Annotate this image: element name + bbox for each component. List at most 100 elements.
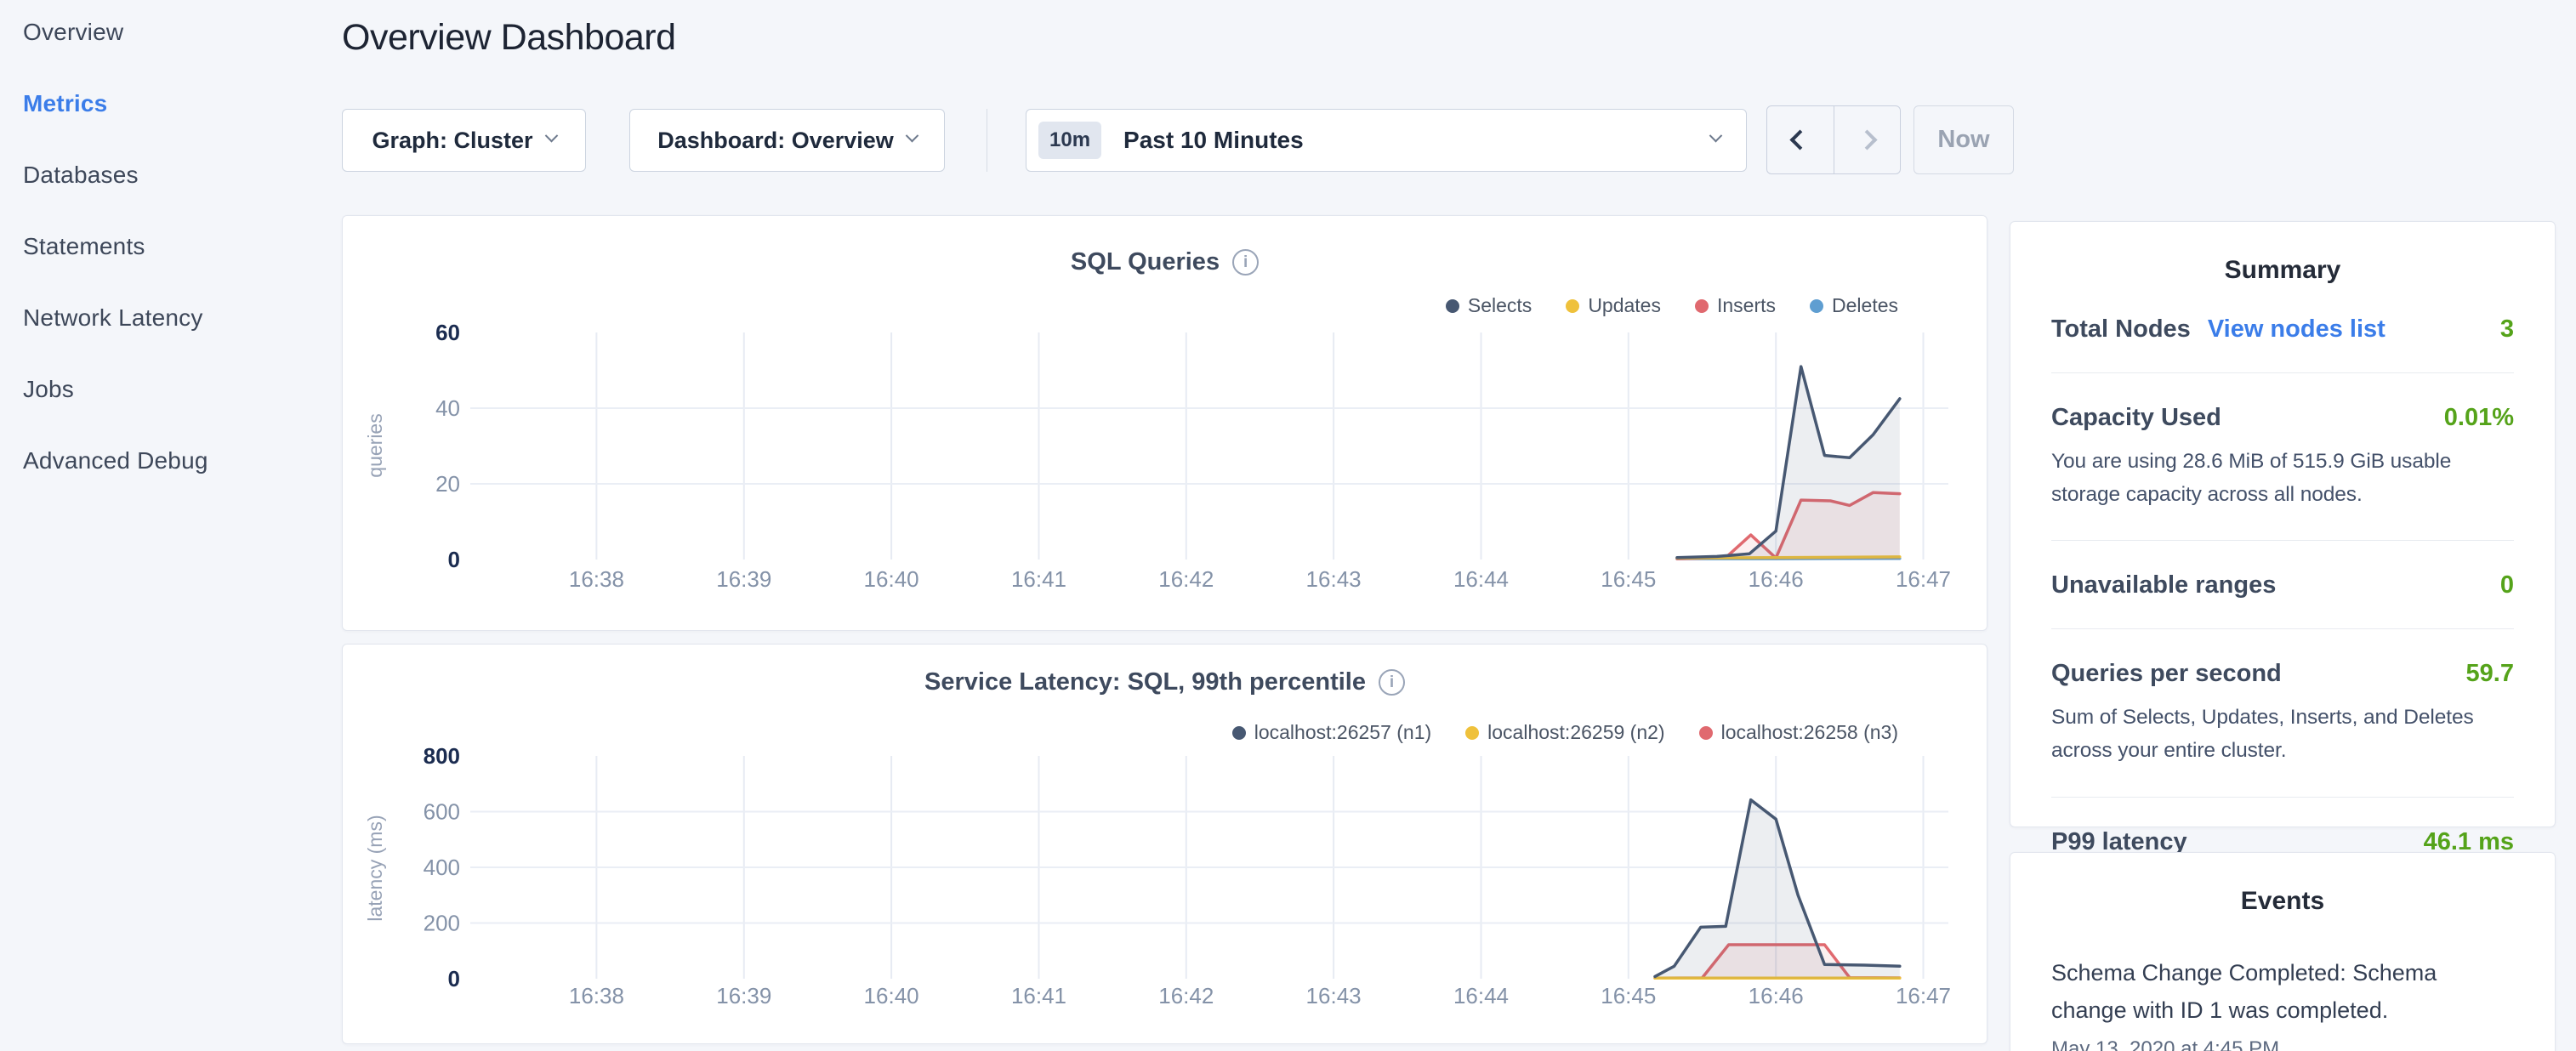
time-window-selector[interactable]: 10m Past 10 Minutes [1026,109,1747,172]
chevron-down-icon [1709,128,1723,142]
sql-queries-chart[interactable]: 0 20 40 60 16:38 16:39 16:40 16:41 16:42 16:43 16:… [343,318,1987,628]
time-step-buttons [1766,105,1901,174]
svg-text:16:43: 16:43 [1306,983,1362,1008]
legend-item: Updates [1566,294,1661,317]
event-timestamp: May 13, 2020 at 4:45 PM [2051,1037,2514,1051]
svg-text:16:44: 16:44 [1453,566,1509,592]
legend-dot-icon [1446,299,1459,313]
time-forward-button[interactable] [1834,106,1901,173]
summary-value: 3 [2500,315,2514,344]
svg-text:queries: queries [364,413,386,477]
legend-dot-icon [1695,299,1709,313]
svg-text:16:39: 16:39 [716,983,771,1008]
service-latency-chart[interactable]: 020040060080016:3816:3916:4016:4116:4216… [343,738,1987,1040]
svg-text:16:44: 16:44 [1453,983,1509,1008]
sidebar-item-network-latency[interactable]: Network Latency [23,304,319,332]
svg-text:40: 40 [435,395,460,421]
svg-text:800: 800 [424,743,460,769]
service-latency-card: Service Latency: SQL, 99th percentile i … [342,644,1987,1044]
chart-title: SQL Queries [1071,248,1220,276]
chevron-left-icon [1790,129,1811,150]
svg-text:16:41: 16:41 [1011,566,1066,592]
svg-text:60: 60 [435,320,460,345]
summary-value: 0.01% [2444,404,2514,432]
summary-row-qps: Queries per second 59.7 [2051,660,2514,688]
info-icon[interactable]: i [1379,669,1405,696]
summary-label: Capacity Used [2051,404,2221,432]
svg-text:0: 0 [448,966,460,991]
graph-scope-label: Graph: Cluster [372,128,532,154]
graph-scope-dropdown[interactable]: Graph: Cluster [342,109,586,172]
info-icon[interactable]: i [1232,249,1259,276]
time-window-label: Past 10 Minutes [1123,127,1711,154]
svg-text:16:46: 16:46 [1749,566,1804,592]
chart-legend: Selects Updates Inserts Deletes [1446,294,1898,317]
svg-text:600: 600 [424,799,460,825]
summary-value: 0 [2500,571,2514,599]
view-nodes-list-link[interactable]: View nodes list [2208,315,2386,344]
sidebar: Overview Metrics Databases Statements Ne… [0,0,319,1051]
legend-label: Updates [1588,294,1661,317]
svg-text:16:47: 16:47 [1896,983,1951,1008]
summary-row-unavailable-ranges: Unavailable ranges 0 [2051,571,2514,599]
legend-dot-icon [1566,299,1579,313]
events-title: Events [2051,887,2514,916]
sidebar-item-metrics[interactable]: Metrics [23,90,319,117]
svg-text:200: 200 [424,911,460,936]
sidebar-item-advanced-debug[interactable]: Advanced Debug [23,447,319,474]
sidebar-item-overview[interactable]: Overview [23,19,319,46]
svg-text:16:45: 16:45 [1601,983,1656,1008]
svg-text:16:38: 16:38 [569,566,624,592]
legend-label: Deletes [1832,294,1898,317]
time-window-badge: 10m [1038,122,1101,159]
metrics-page: Overview Metrics Databases Statements Ne… [0,0,2576,1051]
svg-text:16:46: 16:46 [1749,983,1804,1008]
divider [2051,540,2514,541]
dashboard-label: Dashboard: Overview [657,128,894,154]
summary-row-capacity: Capacity Used 0.01% [2051,404,2514,432]
svg-text:16:39: 16:39 [716,566,771,592]
chevron-down-icon [906,128,919,142]
summary-label: Queries per second [2051,660,2282,688]
summary-title: Summary [2051,256,2514,285]
svg-text:16:40: 16:40 [864,566,919,592]
summary-value: 59.7 [2466,660,2514,688]
svg-text:0: 0 [448,547,460,572]
summary-description: Sum of Selects, Updates, Inserts, and De… [2051,702,2514,767]
summary-label: Unavailable ranges [2051,571,2276,599]
svg-text:16:38: 16:38 [569,983,624,1008]
svg-text:400: 400 [424,855,460,880]
sql-queries-card: SQL Queries i Selects Updates Inserts De… [342,215,1987,631]
divider [2051,372,2514,373]
page-title: Overview Dashboard [342,17,676,59]
legend-label: Selects [1468,294,1532,317]
summary-row-total-nodes: Total Nodes View nodes list 3 [2051,315,2514,344]
svg-text:latency (ms): latency (ms) [364,815,386,921]
summary-description: You are using 28.6 MiB of 515.9 GiB usab… [2051,446,2514,511]
svg-text:16:45: 16:45 [1601,566,1656,592]
summary-label: Total Nodes [2051,315,2191,344]
svg-text:16:41: 16:41 [1011,983,1066,1008]
sidebar-item-statements[interactable]: Statements [23,233,319,260]
sidebar-item-databases[interactable]: Databases [23,162,319,189]
chevron-down-icon [544,128,558,142]
legend-label: Inserts [1717,294,1776,317]
svg-text:16:40: 16:40 [864,983,919,1008]
svg-text:20: 20 [435,471,460,497]
legend-dot-icon [1810,299,1823,313]
sidebar-item-jobs[interactable]: Jobs [23,376,319,403]
summary-panel: Summary Total Nodes View nodes list 3 Ca… [2010,221,2556,827]
now-button[interactable]: Now [1914,105,2014,174]
event-item[interactable]: Schema Change Completed: Schema change w… [2051,955,2459,1029]
svg-text:16:42: 16:42 [1158,566,1214,592]
legend-item: Deletes [1810,294,1898,317]
events-panel: Events Schema Change Completed: Schema c… [2010,852,2556,1051]
time-back-button[interactable] [1767,106,1834,173]
divider [2051,628,2514,629]
svg-text:16:47: 16:47 [1896,566,1951,592]
dashboard-dropdown[interactable]: Dashboard: Overview [629,109,945,172]
svg-text:16:43: 16:43 [1306,566,1362,592]
chevron-right-icon [1857,129,1877,150]
chart-title: Service Latency: SQL, 99th percentile [924,668,1366,696]
legend-item: Inserts [1695,294,1776,317]
